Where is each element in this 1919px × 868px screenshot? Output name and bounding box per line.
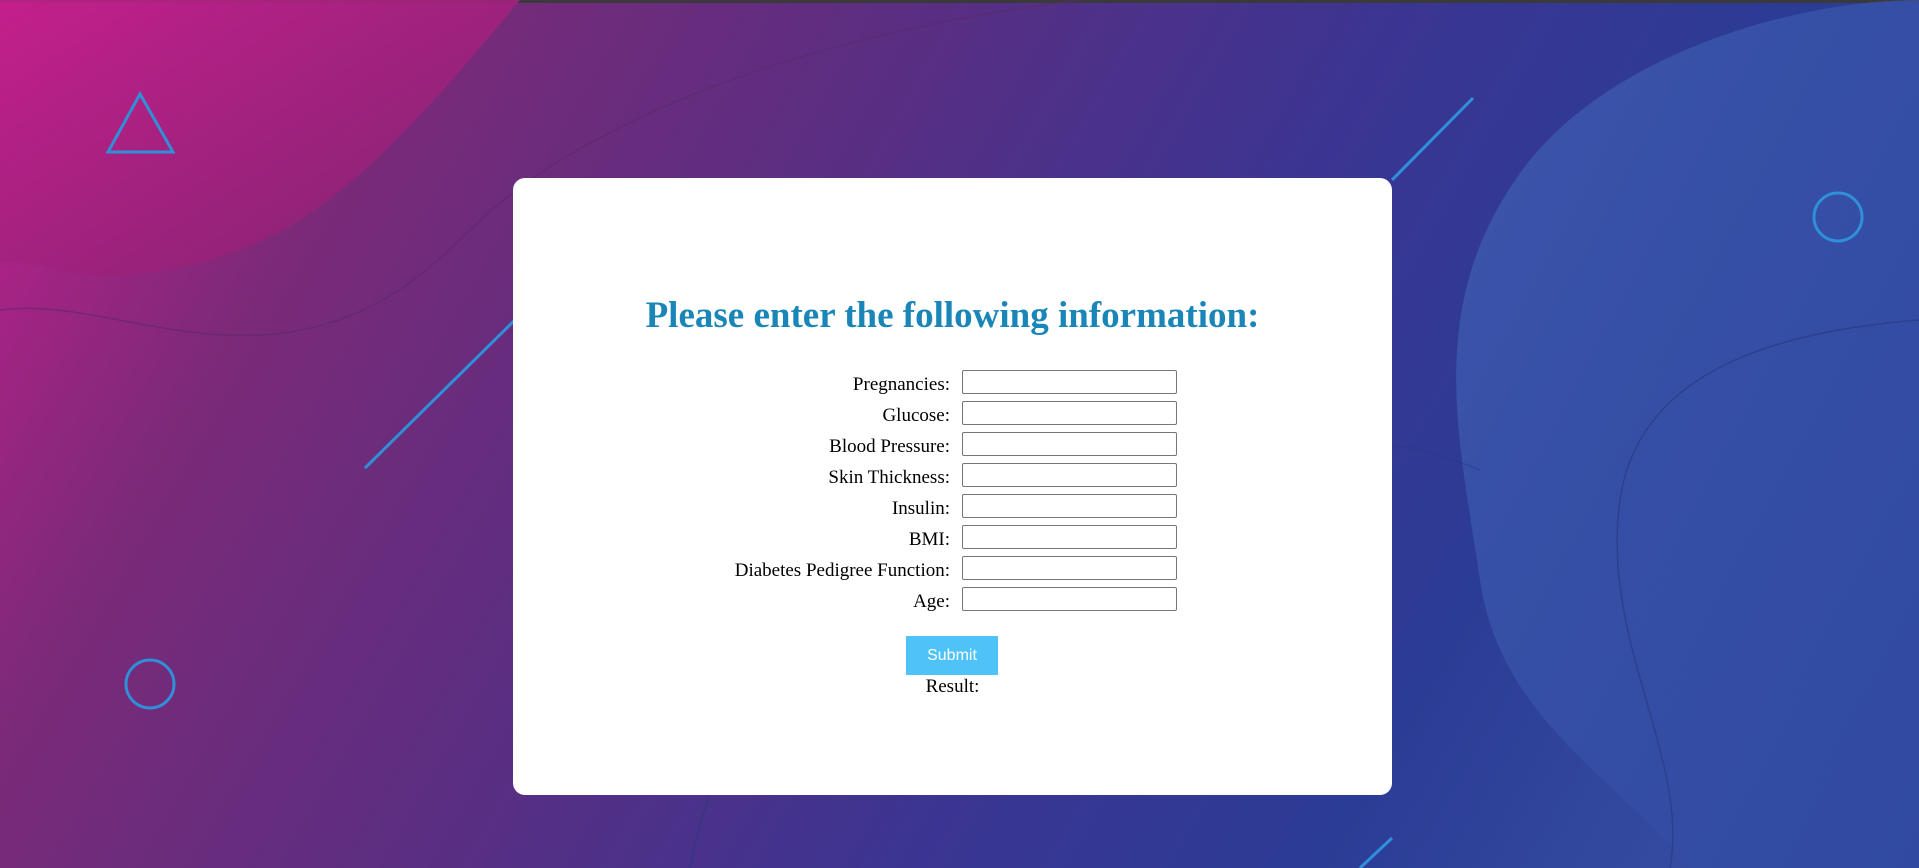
insulin-input[interactable]	[962, 494, 1177, 518]
form-row-bmi: BMI:	[513, 525, 1392, 556]
bmi-label: BMI:	[908, 529, 950, 550]
skin-thickness-label: Skin Thickness:	[828, 467, 950, 488]
form-row-insulin: Insulin:	[513, 494, 1392, 525]
prediction-form: Pregnancies: Glucose: Blood Pressure: Sk…	[513, 370, 1392, 618]
age-label: Age:	[913, 591, 950, 612]
result-label: Result:	[925, 676, 980, 697]
circle-icon	[124, 658, 176, 710]
page-title: Please enter the following information:	[645, 295, 1260, 336]
pregnancies-input[interactable]	[962, 370, 1177, 394]
diabetes-pedigree-label: Diabetes Pedigree Function:	[734, 560, 950, 581]
form-row-diabetes-pedigree: Diabetes Pedigree Function:	[513, 556, 1392, 587]
blood-pressure-input[interactable]	[962, 432, 1177, 456]
form-row-pregnancies: Pregnancies:	[513, 370, 1392, 401]
glucose-label: Glucose:	[882, 405, 950, 426]
age-input[interactable]	[962, 587, 1177, 611]
bmi-input[interactable]	[962, 525, 1177, 549]
blood-pressure-label: Blood Pressure:	[829, 436, 950, 457]
form-row-skin-thickness: Skin Thickness:	[513, 463, 1392, 494]
form-row-age: Age:	[513, 587, 1392, 618]
pregnancies-label: Pregnancies:	[852, 374, 950, 395]
form-row-blood-pressure: Blood Pressure:	[513, 432, 1392, 463]
form-card: Please enter the following information: …	[513, 178, 1392, 795]
submit-button[interactable]: Submit	[906, 636, 998, 675]
form-row-glucose: Glucose:	[513, 401, 1392, 432]
insulin-label: Insulin:	[891, 498, 950, 519]
glucose-input[interactable]	[962, 401, 1177, 425]
skin-thickness-input[interactable]	[962, 463, 1177, 487]
diabetes-pedigree-input[interactable]	[962, 556, 1177, 580]
